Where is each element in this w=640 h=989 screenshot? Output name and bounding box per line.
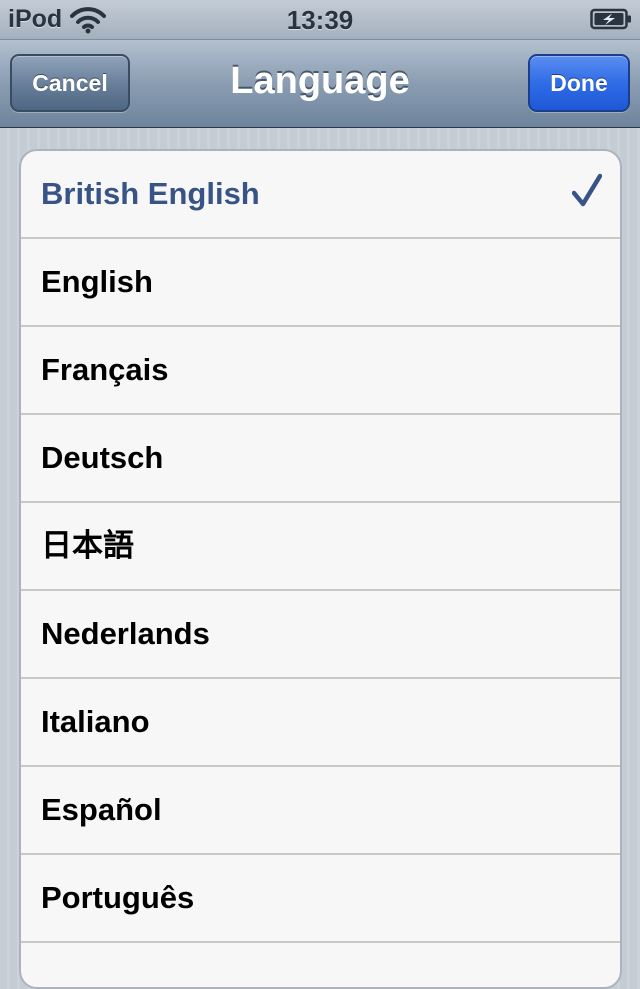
status-bar: iPod 13:39 bbox=[0, 0, 640, 40]
cancel-button[interactable]: Cancel bbox=[10, 54, 130, 112]
status-time: 13:39 bbox=[286, 5, 354, 35]
list-item-english[interactable]: English bbox=[21, 239, 620, 327]
list-item-label: Italiano bbox=[41, 704, 150, 739]
list-item-portugues[interactable]: Português bbox=[21, 855, 620, 943]
list-item-label: Français bbox=[41, 352, 169, 387]
done-button[interactable]: Done bbox=[528, 54, 630, 112]
list-item-label: Nederlands bbox=[41, 616, 210, 651]
list-item-label: Español bbox=[41, 792, 162, 827]
list-item-italiano[interactable]: Italiano bbox=[21, 679, 620, 767]
list-item-deutsch[interactable]: Deutsch bbox=[21, 415, 620, 503]
battery-charging-icon bbox=[590, 8, 631, 30]
list-item-label: Português bbox=[41, 880, 195, 915]
checkmark-icon bbox=[572, 173, 602, 207]
list-item-british-english[interactable]: British English bbox=[21, 151, 620, 239]
list-item-partial[interactable] bbox=[21, 943, 620, 987]
list-item-label: English bbox=[41, 264, 153, 299]
language-list: British English English Français Deutsch… bbox=[19, 149, 622, 989]
list-item-francais[interactable]: Français bbox=[21, 327, 620, 415]
navigation-bar: Cancel Language Done bbox=[0, 40, 640, 128]
list-item-label: Deutsch bbox=[41, 440, 164, 475]
list-item-nederlands[interactable]: Nederlands bbox=[21, 591, 620, 679]
list-item-label: 日本語 bbox=[41, 528, 134, 563]
list-item-label: British English bbox=[41, 176, 260, 211]
page-title: Language bbox=[230, 60, 410, 102]
list-item-espanol[interactable]: Español bbox=[21, 767, 620, 855]
list-item-japanese[interactable]: 日本語 bbox=[21, 503, 620, 591]
